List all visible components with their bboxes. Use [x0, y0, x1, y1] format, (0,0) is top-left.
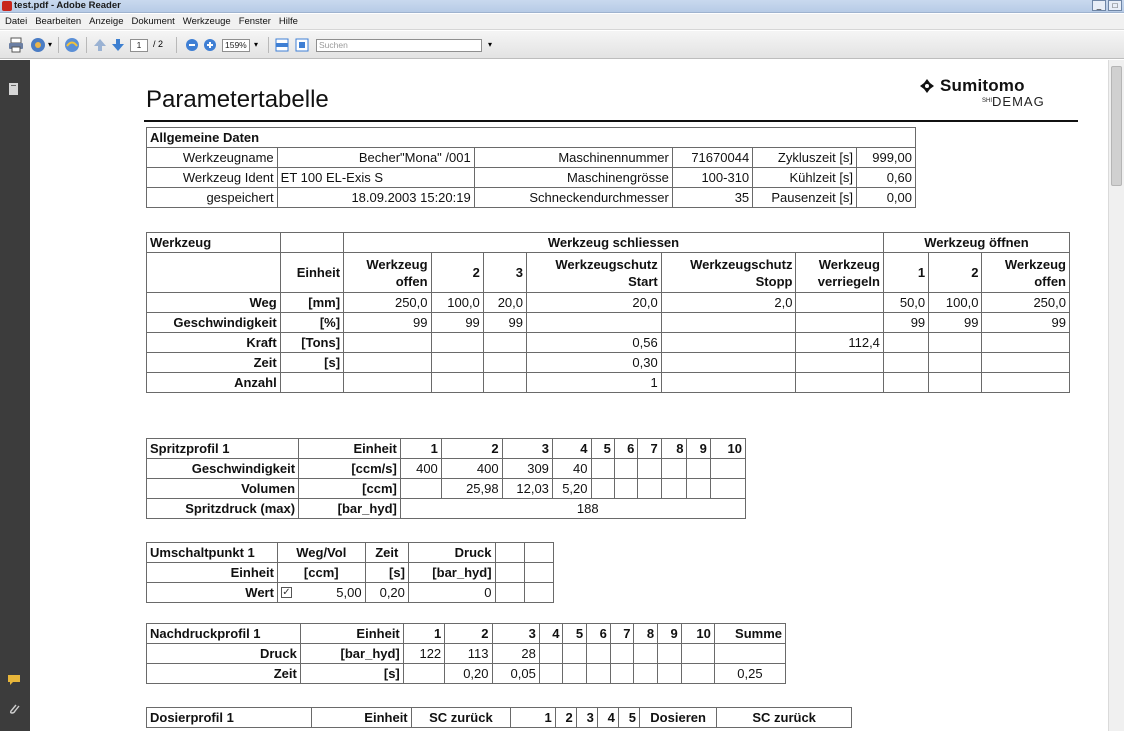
tool-table-title: Werkzeug — [146, 232, 281, 253]
page-title: Parametertabelle — [146, 86, 329, 113]
attachments-icon[interactable] — [7, 702, 21, 716]
zoom-in-icon[interactable] — [202, 37, 218, 53]
search-input[interactable]: Suchen — [316, 39, 482, 52]
general-data-header: Allgemeine Daten — [146, 127, 916, 148]
logo-brand: Sumitomo — [940, 76, 1025, 95]
injection-profile-title: Spritzprofil 1 — [145, 438, 300, 459]
minimize-button[interactable]: _ — [1092, 0, 1106, 11]
menu-werkzeuge[interactable]: Werkzeuge — [180, 14, 236, 29]
page-number-input[interactable]: 1 — [130, 39, 148, 52]
collaborate-icon[interactable] — [64, 37, 80, 53]
table-row: Spritzdruck (max) [bar_hyd] 188 — [145, 498, 747, 519]
table-row: Werkzeugname Becher"Mona" /001 Maschinen… — [146, 147, 916, 168]
table-row: Einheit [ccm] [s] [bar_hyd] — [146, 562, 555, 583]
pages-icon[interactable] — [7, 82, 21, 96]
menu-fenster[interactable]: Fenster — [236, 14, 276, 29]
table-row: Zeit [s] 0,20 0,05 0,25 — [146, 663, 787, 684]
vertical-scrollbar[interactable] — [1108, 60, 1124, 731]
tool-open-header: Werkzeug öffnen — [882, 232, 1071, 253]
table-row: Druck [bar_hyd] 122 113 28 — [146, 643, 787, 664]
window-titlebar: test.pdf - Adobe Reader _ □ — [0, 0, 1124, 13]
dosing-profile-table: Dosierprofil 1 Einheit SC zurück 1 2 3 4… — [145, 707, 852, 728]
switchover-title: Umschaltpunkt 1 — [146, 542, 278, 563]
general-data-table: Allgemeine Daten Werkzeugname Becher"Mon… — [146, 127, 916, 208]
holding-pressure-table: Nachdruckprofil 1 Einheit 12 34 56 78 91… — [146, 623, 787, 684]
table-row: Kraft [Tons] 0,56 112,4 — [146, 332, 1070, 353]
table-row: Werkzeug Ident ET 100 EL-Exis S Maschine… — [146, 167, 916, 188]
dosing-profile-title: Dosierprofil 1 — [145, 707, 313, 728]
search-dropdown-icon[interactable]: ▾ — [488, 40, 492, 56]
scrollbar-thumb[interactable] — [1111, 66, 1122, 186]
navigation-panel — [0, 60, 30, 731]
next-page-icon[interactable] — [110, 37, 126, 53]
table-row: Geschwindigkeit [ccm/s] 400 400 309 40 — [145, 458, 747, 479]
title-rule — [144, 120, 1078, 122]
tool-close-header: Werkzeug schliessen — [343, 232, 884, 253]
page-total: / 2 — [153, 39, 164, 49]
table-row: Geschwindigkeit [%] 99 99 99 99 99 99 — [146, 312, 1070, 333]
adobe-reader-icon — [2, 1, 12, 11]
menu-bearbeiten[interactable]: Bearbeiten — [32, 14, 86, 29]
menu-hilfe[interactable]: Hilfe — [276, 14, 303, 29]
email-dropdown-icon[interactable]: ▾ — [48, 40, 52, 56]
menu-dokument[interactable]: Dokument — [128, 14, 179, 29]
table-row: Wert ✓ 5,00 0,20 0 — [146, 582, 555, 603]
zoom-dropdown-icon[interactable]: ▾ — [254, 40, 258, 56]
comments-icon[interactable] — [7, 672, 21, 686]
table-row: gespeichert 18.09.2003 15:20:19 Schnecke… — [146, 187, 916, 208]
zoom-level-field[interactable]: 159% — [222, 39, 250, 52]
menu-datei[interactable]: Datei — [2, 14, 32, 29]
fit-width-icon[interactable] — [274, 37, 290, 53]
table-row: Volumen [ccm] 25,98 12,03 5,20 — [145, 478, 747, 499]
previous-page-icon[interactable] — [92, 37, 108, 53]
sumitomo-logo-icon — [920, 79, 934, 93]
zoom-out-icon[interactable] — [184, 37, 200, 53]
table-row: Weg [mm] 250,0 100,0 20,0 20,0 2,0 50,0 100,0… — [146, 292, 1070, 313]
fit-page-icon[interactable] — [294, 37, 310, 53]
sumitomo-demag-logo: Sumitomo SHIDEMAG — [920, 76, 1080, 116]
maximize-button[interactable]: □ — [1108, 0, 1122, 11]
table-row: Zeit [s] 0,30 — [146, 352, 1070, 373]
tool-table: Werkzeug Werkzeug schliessen Werkzeug öf… — [146, 232, 1071, 393]
menu-anzeige[interactable]: Anzeige — [86, 14, 128, 29]
holding-pressure-title: Nachdruckprofil 1 — [146, 623, 301, 644]
toolbar: ▾ 1 / 2 159% ▾ Suchen ▾ — [0, 31, 1124, 59]
print-icon[interactable] — [8, 37, 24, 53]
document-view: Parametertabelle Sumitomo SHIDEMAG Allge… — [30, 60, 1108, 731]
table-row: Anzahl 1 — [146, 372, 1070, 393]
switchover-table: Umschaltpunkt 1 Weg/Vol Zeit Druck Einhe… — [146, 542, 555, 603]
email-icon[interactable] — [30, 37, 46, 53]
logo-sub: SHIDEMAG — [982, 94, 1045, 109]
switchover-checkbox[interactable]: ✓ — [280, 587, 292, 598]
window-title: test.pdf - Adobe Reader — [14, 0, 121, 11]
menu-bar: Datei Bearbeiten Anzeige Dokument Werkze… — [0, 14, 1124, 30]
injection-profile-table: Spritzprofil 1 Einheit 12 34 56 78 9 10 G… — [145, 438, 747, 519]
